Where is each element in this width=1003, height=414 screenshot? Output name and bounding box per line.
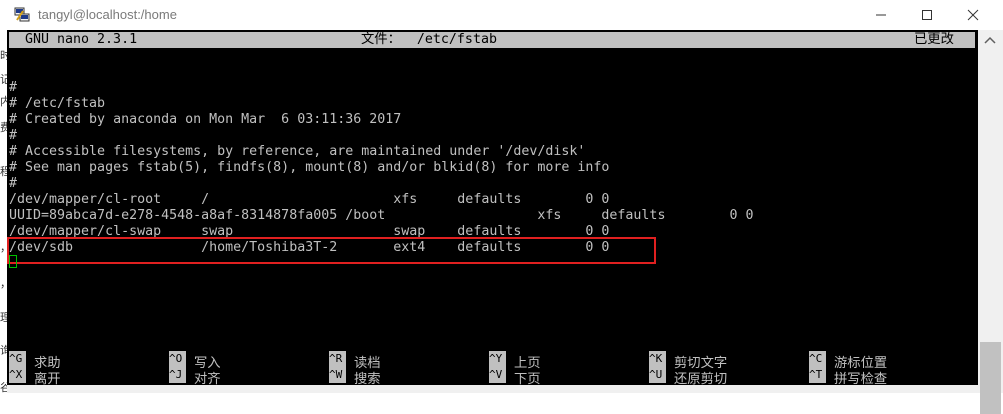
- shortcut-write[interactable]: ^O 写入: [169, 351, 221, 371]
- maximize-icon: [922, 10, 932, 20]
- shortcut-key: ^V: [489, 367, 506, 383]
- shortcut-label: 拼写检查: [834, 372, 888, 385]
- shortcut-help[interactable]: ^G 求助: [9, 351, 61, 371]
- nano-header-bar: GNU nano 2.3.1 文件： /etc/fstab 已更改: [9, 32, 975, 48]
- shortcut-search[interactable]: ^W 搜索: [329, 367, 381, 385]
- shortcut-label: 还原剪切: [674, 372, 728, 385]
- close-icon: [967, 9, 979, 21]
- terminal-area[interactable]: GNU nano 2.3.1 文件： /etc/fstab 已更改 # # /e…: [7, 30, 978, 385]
- shortcut-prev-page[interactable]: ^Y 上页: [489, 351, 541, 371]
- shortcut-key: ^C: [809, 351, 826, 367]
- shortcut-label: 对齐: [194, 372, 221, 385]
- file-line: /dev/mapper/cl-root / xfs defaults 0 0: [9, 192, 610, 207]
- shortcut-next-page[interactable]: ^V 下页: [489, 367, 541, 385]
- background-text-fragment: 时: [0, 49, 7, 62]
- file-line: # Accessible filesystems, by reference, …: [9, 144, 586, 159]
- background-window-strip: 时 记 内 费 程 ， ， 理 询 谷: [0, 30, 7, 393]
- maximize-button[interactable]: [904, 0, 950, 30]
- background-text-fragment: 询: [0, 344, 7, 357]
- scroll-up-arrow-icon[interactable]: [983, 36, 997, 44]
- shortcut-key: ^G: [9, 351, 26, 367]
- background-text-fragment: 理: [0, 311, 7, 324]
- file-line: #: [9, 80, 18, 95]
- shortcut-label: 下页: [514, 372, 541, 385]
- shortcut-cursor-position[interactable]: ^C 游标位置: [809, 351, 887, 371]
- minimize-icon: [876, 14, 886, 16]
- shortcut-justify[interactable]: ^J 对齐: [169, 367, 221, 385]
- file-line: # See man pages fstab(5), findfs(8), mou…: [9, 160, 610, 175]
- shortcut-exit[interactable]: ^X 离开: [9, 367, 61, 385]
- shortcut-key: ^X: [9, 367, 26, 383]
- background-text-fragment: 程: [0, 165, 7, 178]
- background-text-fragment: ，: [0, 242, 7, 254]
- shortcut-label: 离开: [34, 372, 61, 385]
- shortcut-key: ^T: [809, 367, 826, 383]
- nano-version: GNU nano 2.3.1: [25, 32, 138, 47]
- scrollbar-thumb[interactable]: [980, 342, 1001, 414]
- background-text-fragment: 内: [0, 95, 7, 108]
- file-line: # /etc/fstab: [9, 96, 106, 111]
- file-line: #: [9, 176, 18, 191]
- file-line: # Created by anaconda on Mon Mar 6 03:11…: [9, 112, 402, 127]
- putty-app-icon[interactable]: [14, 7, 30, 23]
- shortcut-key: ^W: [329, 367, 346, 383]
- close-button[interactable]: [950, 0, 996, 30]
- background-text-fragment: ，: [0, 278, 7, 290]
- minimize-button[interactable]: [858, 0, 904, 30]
- nano-modified-status: 已更改: [914, 32, 954, 47]
- text-cursor: [9, 255, 17, 268]
- background-text-fragment: 谷: [0, 381, 7, 394]
- shortcut-label: 搜索: [354, 372, 381, 385]
- background-text-fragment: 记: [0, 73, 7, 86]
- shortcut-key: ^O: [169, 351, 186, 367]
- shortcut-spell-check[interactable]: ^T 拼写检查: [809, 367, 888, 385]
- shortcut-key: ^Y: [489, 351, 506, 367]
- shortcut-key: ^R: [329, 351, 346, 367]
- shortcut-cut-text[interactable]: ^K 剪切文字: [649, 351, 727, 371]
- red-highlight-box: [7, 237, 656, 264]
- background-text-fragment: 费: [0, 121, 7, 134]
- vertical-scrollbar[interactable]: [978, 30, 1003, 414]
- shortcut-key: ^K: [649, 351, 666, 367]
- file-line: #: [9, 128, 18, 143]
- shortcut-uncut[interactable]: ^U 还原剪切: [649, 367, 728, 385]
- window-bottom-edge: [7, 385, 978, 393]
- shortcut-key: ^U: [649, 367, 666, 383]
- shortcut-key: ^J: [169, 367, 186, 383]
- window-titlebar: tangyl@localhost:/home: [0, 0, 1003, 30]
- window-title: tangyl@localhost:/home: [38, 7, 177, 22]
- file-line: UUID=89abca7d-e278-4548-a8af-8314878fa00…: [9, 208, 754, 223]
- nano-file-name: 文件： /etc/fstab: [361, 32, 497, 47]
- shortcut-read-file[interactable]: ^R 读档: [329, 351, 381, 371]
